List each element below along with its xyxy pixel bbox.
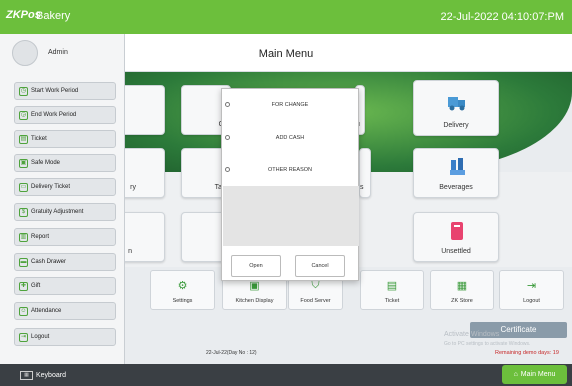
logout-icon: ⇥ — [526, 280, 537, 292]
sidebar-item-label: Report — [31, 234, 50, 240]
tile-label: Logout — [523, 298, 540, 304]
delivery-icon: ▭ — [19, 182, 28, 192]
sidebar-item-label: Cash Drawer — [31, 259, 67, 265]
logout-icon: ⇥ — [19, 332, 28, 342]
gift-icon: ✚ — [19, 281, 28, 291]
home-icon: ⌂ — [513, 371, 518, 378]
menu-tile[interactable]: s — [359, 148, 371, 198]
sidebar-item-label: Ticket — [31, 136, 47, 142]
zk-store-tile[interactable]: ▦ ZK Store — [430, 270, 494, 310]
tile-label: Settings — [172, 298, 193, 304]
clock-icon: ◷ — [19, 86, 28, 96]
main-menu-button[interactable]: ⌂ Main Menu — [502, 365, 567, 384]
report-icon: ▥ — [19, 232, 28, 242]
avatar — [12, 40, 38, 66]
menu-tile-unsettled[interactable]: Unsettled — [413, 212, 499, 262]
activation-watermark-sub: Go to PC settings to activate Windows. — [444, 341, 531, 347]
ticket-icon: ▤ — [19, 134, 28, 144]
sidebar-item-label: End Work Period — [31, 112, 77, 118]
cash-drawer-icon: ▬ — [19, 257, 28, 267]
sidebar-item-label: Gratuity Adjustment — [31, 209, 84, 215]
sidebar-item-logout[interactable]: ⇥ Logout — [14, 328, 116, 346]
sidebar-item-delivery-ticket[interactable]: ▭ Delivery Ticket — [14, 178, 116, 196]
sidebar-item-start-work-period[interactable]: ◷ Start Work Period — [14, 82, 116, 100]
demo-days-warning: Remaining demo days: 19 — [495, 350, 559, 356]
tile-label: s — [360, 184, 364, 191]
settings-tile[interactable]: ⚙ Settings — [150, 270, 215, 310]
logout-tile[interactable]: ⇥ Logout — [499, 270, 564, 310]
footer-bar — [0, 364, 572, 386]
menu-tile-beverages[interactable]: Beverages — [413, 148, 499, 198]
cash-reason-dialog: FOR CHANGE ADD CASH OTHER REASON Open Ca… — [221, 88, 359, 281]
sidebar-item-gratuity-adjustment[interactable]: $ Gratuity Adjustment — [14, 203, 116, 221]
sidebar-item-cash-drawer[interactable]: ▬ Cash Drawer — [14, 253, 116, 271]
sidebar-item-end-work-period[interactable]: ◶ End Work Period — [14, 106, 116, 124]
keyboard-label: Keyboard — [36, 371, 66, 379]
delivery-icon — [448, 97, 465, 111]
reason-option-other[interactable]: OTHER REASON — [222, 161, 358, 181]
ticket-icon: ▤ — [386, 280, 398, 292]
sidebar-item-attendance[interactable]: ☺ Attendance — [14, 302, 116, 320]
clock-end-icon: ◶ — [19, 110, 28, 120]
sidebar-item-label: Start Work Period — [31, 88, 79, 94]
menu-tile-delivery[interactable]: Delivery — [413, 80, 499, 136]
gear-icon: ⚙ — [177, 280, 188, 292]
reason-option-for-change[interactable]: FOR CHANGE — [222, 96, 358, 116]
tile-label: ZK Store — [451, 298, 473, 304]
ticket-tile[interactable]: ▤ Ticket — [360, 270, 424, 310]
shield-icon: ▣ — [19, 158, 28, 168]
option-label: ADD CASH — [275, 135, 305, 141]
option-label: FOR CHANGE — [271, 102, 309, 108]
activation-watermark: Activate Windows — [444, 331, 500, 338]
unsettled-icon — [451, 222, 463, 240]
keyboard-button[interactable]: ▦ Keyboard — [20, 368, 70, 382]
tile-label: Delivery — [443, 122, 469, 129]
sidebar-item-safe-mode[interactable]: ▣ Safe Mode — [14, 154, 116, 172]
store-icon: ▦ — [456, 280, 468, 292]
datetime-display: 22-Jul-2022 04:10:07:PM — [440, 11, 564, 23]
reason-text-area[interactable] — [223, 186, 359, 246]
sidebar-item-label: Delivery Ticket — [31, 184, 71, 190]
keyboard-icon: ▦ — [20, 370, 33, 380]
reason-option-add-cash[interactable]: ADD CASH — [222, 129, 358, 149]
tile-label: Kitchen Display — [235, 298, 274, 304]
tile-label: Unsettled — [441, 248, 471, 255]
tile-label: Beverages — [439, 184, 473, 191]
tile-label: Ticket — [384, 298, 400, 304]
open-button[interactable]: Open — [231, 255, 281, 277]
sidebar-item-label: Logout — [31, 334, 50, 340]
gratuity-icon: $ — [19, 207, 28, 217]
option-label: OTHER REASON — [267, 167, 312, 173]
beverages-icon — [450, 158, 465, 175]
sidebar-item-label: Gift — [31, 283, 41, 289]
sidebar-item-gift[interactable]: ✚ Gift — [14, 277, 116, 295]
day-info: 22-Jul-22(Day No : 12) — [206, 350, 257, 356]
business-name: Bakery — [36, 10, 71, 22]
sidebar-item-label: Attendance — [31, 308, 62, 314]
sidebar-item-report[interactable]: ▥ Report — [14, 228, 116, 246]
sidebar-item-ticket[interactable]: ▤ Ticket — [14, 130, 116, 148]
tile-label: Food Server — [300, 298, 331, 304]
sidebar-item-label: Safe Mode — [31, 160, 61, 166]
attendance-icon: ☺ — [19, 306, 28, 316]
main-menu-label: Main Menu — [520, 371, 556, 378]
cancel-button[interactable]: Cancel — [295, 255, 345, 277]
user-name: Admin — [48, 49, 68, 56]
